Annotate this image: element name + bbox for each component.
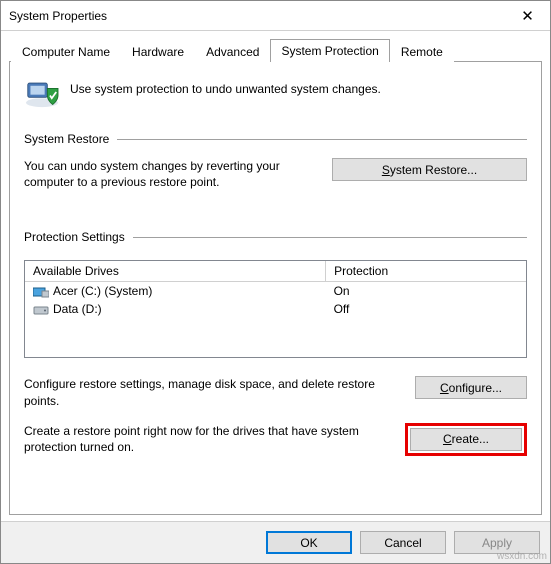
restore-description: You can undo system changes by reverting… <box>24 158 322 190</box>
tab-strip: Computer Name Hardware Advanced System P… <box>11 39 542 61</box>
configure-row: Configure restore settings, manage disk … <box>24 376 527 408</box>
title-bar: System Properties ✕ <box>1 1 550 31</box>
drive-name-cell: Acer (C:) (System) <box>25 282 326 301</box>
btn-label: onfigure... <box>449 381 502 395</box>
drive-status-cell: Off <box>326 300 526 318</box>
col-header-protection[interactable]: Protection <box>326 261 526 282</box>
table-row[interactable]: Acer (C:) (System) On <box>25 282 526 301</box>
drive-name-cell: Data (D:) <box>25 300 326 318</box>
btn-accel: C <box>440 381 449 395</box>
tab-advanced[interactable]: Advanced <box>195 41 270 62</box>
btn-label: reate... <box>452 432 489 446</box>
tab-computer-name[interactable]: Computer Name <box>11 41 121 62</box>
drive-table: Available Drives Protection Acer (C:) (S… <box>25 261 526 318</box>
highlight-box: Create... <box>405 423 527 456</box>
section-title-protection: Protection Settings <box>24 230 125 244</box>
create-description: Create a restore point right now for the… <box>24 423 395 455</box>
btn-accel: C <box>443 432 452 446</box>
client-area: Computer Name Hardware Advanced System P… <box>1 31 550 521</box>
tab-hardware[interactable]: Hardware <box>121 41 195 62</box>
btn-label: ystem Restore... <box>390 163 477 177</box>
create-row: Create a restore point right now for the… <box>24 423 527 456</box>
drive-name: Acer (C:) (System) <box>53 284 152 298</box>
tab-panel-system-protection: Use system protection to undo unwanted s… <box>9 61 542 515</box>
drive-icon <box>33 286 49 298</box>
watermark-text: wsxdn.com <box>497 551 547 562</box>
drive-name: Data (D:) <box>53 302 102 316</box>
restore-row: You can undo system changes by reverting… <box>24 158 527 190</box>
cancel-button[interactable]: Cancel <box>360 531 446 554</box>
close-button[interactable]: ✕ <box>505 1 550 30</box>
drive-list[interactable]: Available Drives Protection Acer (C:) (S… <box>24 260 527 358</box>
tab-system-protection[interactable]: System Protection <box>270 39 389 62</box>
intro-text: Use system protection to undo unwanted s… <box>70 76 381 96</box>
configure-description: Configure restore settings, manage disk … <box>24 376 405 408</box>
create-button[interactable]: Create... <box>410 428 522 451</box>
close-icon: ✕ <box>521 7 534 25</box>
system-restore-button[interactable]: System Restore... <box>332 158 527 181</box>
tab-remote[interactable]: Remote <box>390 41 454 62</box>
window-title: System Properties <box>9 9 505 23</box>
section-title-restore: System Restore <box>24 132 109 146</box>
dialog-footer: OK Cancel Apply <box>1 521 550 563</box>
drive-status-cell: On <box>326 282 526 301</box>
table-row[interactable]: Data (D:) Off <box>25 300 526 318</box>
drive-icon <box>33 304 49 316</box>
section-header-protection: Protection Settings <box>24 230 527 244</box>
system-protection-icon <box>24 76 60 108</box>
ok-button[interactable]: OK <box>266 531 352 554</box>
col-header-drives[interactable]: Available Drives <box>25 261 326 282</box>
configure-button[interactable]: Configure... <box>415 376 527 399</box>
section-header-restore: System Restore <box>24 132 527 146</box>
system-properties-window: System Properties ✕ Computer Name Hardwa… <box>0 0 551 564</box>
btn-accel: S <box>382 163 390 177</box>
intro-row: Use system protection to undo unwanted s… <box>24 76 527 108</box>
